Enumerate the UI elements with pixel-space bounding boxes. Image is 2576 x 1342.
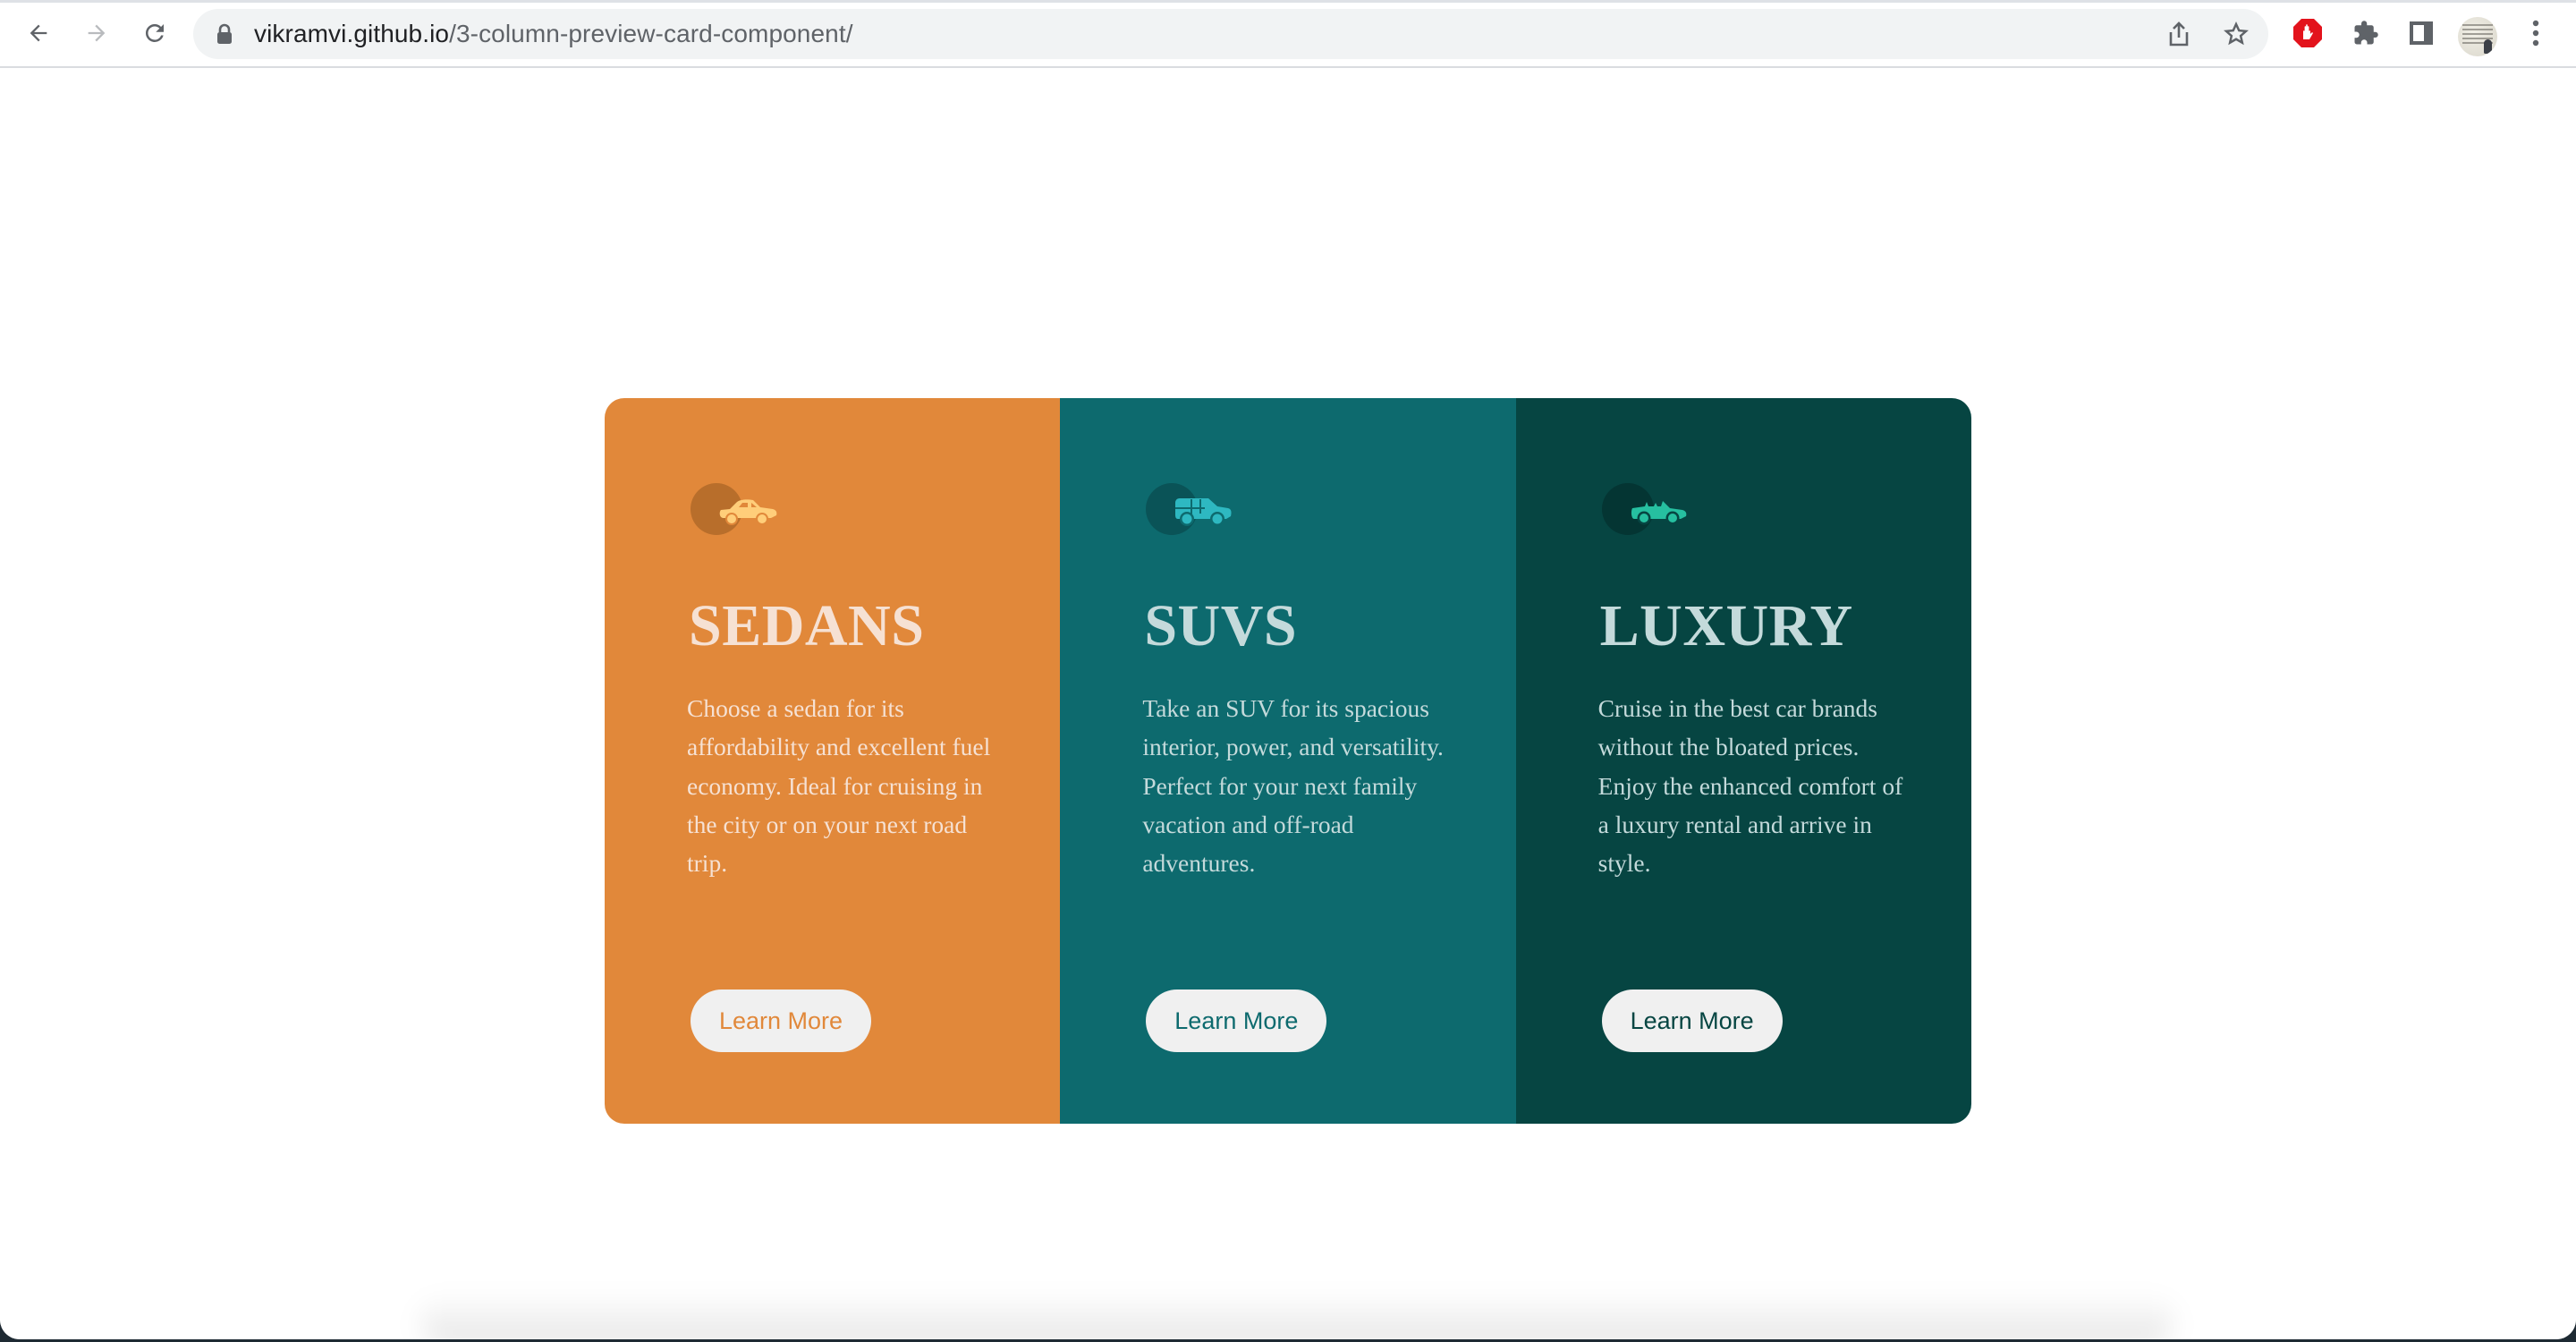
avatar-figure	[2484, 39, 2492, 54]
luxury-icon-wrap	[1601, 483, 1700, 537]
learn-more-button[interactable]: Learn More	[1601, 990, 1783, 1052]
reload-button[interactable]	[130, 8, 180, 58]
preview-card: SEDANS Choose a sedan for its affordabil…	[605, 398, 1971, 1124]
luxury-car-icon	[1631, 501, 1687, 525]
arrow-left-icon	[30, 24, 47, 42]
card-column-luxury: LUXURY Cruise in the best car brands wit…	[1515, 398, 1971, 1124]
bookmark-button[interactable]	[2218, 16, 2254, 52]
avatar[interactable]	[2458, 17, 2497, 56]
sedan-car-icon	[719, 499, 777, 525]
learn-more-button[interactable]: Learn More	[691, 990, 871, 1052]
suv-icon-wrap	[1146, 483, 1244, 537]
learn-more-button[interactable]: Learn More	[1146, 990, 1327, 1052]
star-icon	[2224, 21, 2249, 46]
url-text[interactable]: vikramvi.github.io/3-column-preview-card…	[254, 9, 853, 59]
extensions-button[interactable]	[2341, 8, 2391, 58]
url-domain: vikramvi.github.io	[254, 20, 450, 47]
card-title: SUVS	[1144, 593, 1298, 658]
kebab-menu-icon	[2532, 20, 2539, 47]
suv-car-icon	[1175, 498, 1232, 526]
forward-button[interactable]	[72, 8, 122, 58]
address-bar[interactable]: vikramvi.github.io/3-column-preview-card…	[193, 9, 2268, 59]
share-button[interactable]	[2161, 16, 2197, 52]
card-column-suvs: SUVS Take an SUV for its spacious interi…	[1060, 398, 1516, 1124]
adblock-hand-icon	[2293, 19, 2322, 47]
lock-icon	[217, 23, 232, 44]
card-description: Choose a sedan for its affordability and…	[687, 694, 991, 878]
reload-icon	[145, 23, 164, 42]
side-panel-button[interactable]	[2396, 8, 2446, 58]
share-icon	[2169, 21, 2189, 47]
browser-menu-button[interactable]	[2511, 8, 2561, 58]
page-viewport: SEDANS Choose a sedan for its affordabil…	[0, 68, 2576, 1339]
back-button[interactable]	[13, 8, 64, 58]
adblock-extension-button[interactable]	[2283, 8, 2333, 58]
card-title: LUXURY	[1599, 593, 1853, 658]
sedan-icon-wrap	[691, 483, 789, 537]
browser-window: vikramvi.github.io/3-column-preview-card…	[0, 0, 2576, 1339]
card-title: SEDANS	[689, 593, 925, 658]
side-panel-icon	[2410, 21, 2433, 45]
card-description: Take an SUV for its spacious interior, p…	[1142, 694, 1444, 878]
card-column-sedans: SEDANS Choose a sedan for its affordabil…	[605, 398, 1061, 1124]
url-path: /3-column-preview-card-component/	[449, 20, 853, 47]
card-description: Cruise in the best car brands without th…	[1597, 694, 1903, 878]
browser-toolbar: vikramvi.github.io/3-column-preview-card…	[0, 3, 2576, 68]
bottom-shadow	[420, 1294, 2174, 1339]
arrow-right-icon	[88, 24, 106, 42]
puzzle-icon	[2354, 21, 2378, 45]
